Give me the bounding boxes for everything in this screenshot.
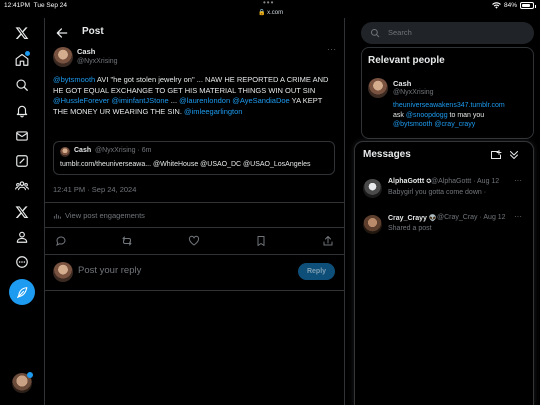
divider bbox=[45, 227, 345, 228]
conversation-avatar bbox=[363, 179, 382, 198]
url-label[interactable]: 🔒 x.com bbox=[258, 9, 283, 16]
communities-icon[interactable] bbox=[12, 176, 32, 196]
conversation-preview: Shared a post bbox=[388, 225, 432, 232]
conversation-item[interactable]: Cray_Crayy 👽 @Cray_Cray · Aug 12 Shared … bbox=[355, 212, 535, 244]
mention-link[interactable]: @AyeSandiaDoe bbox=[232, 96, 290, 105]
conversation-more-icon[interactable]: ··· bbox=[514, 212, 522, 221]
conversation-avatar bbox=[363, 215, 382, 234]
quote-text: tumblr.com/theuniverseawa... @WhiteHouse… bbox=[60, 161, 311, 168]
status-time: 12:41PM Tue Sep 24 bbox=[4, 2, 68, 9]
mention-link[interactable]: @HussleForever bbox=[53, 96, 109, 105]
alien-emoji-icon: 👽 bbox=[428, 215, 437, 222]
main-column: Post Cash @NyxXrising ··· @bytsmooth AVI… bbox=[45, 18, 345, 405]
quote-author-name: Cash bbox=[74, 147, 92, 154]
post-actions bbox=[45, 231, 345, 251]
status-bar: 12:41PM Tue Sep 24 ••• 🔒 x.com 84% bbox=[0, 0, 540, 18]
post-timestamp[interactable]: 12:41 PM · Sep 24, 2024 bbox=[53, 185, 136, 194]
divider bbox=[45, 254, 345, 255]
messages-title[interactable]: Messages bbox=[363, 149, 411, 160]
conversation-preview: Babygirl you gotta come down · bbox=[388, 189, 487, 196]
analytics-bars-icon bbox=[53, 213, 61, 219]
reply-bubble-icon[interactable] bbox=[55, 235, 67, 247]
like-heart-icon[interactable] bbox=[188, 235, 200, 247]
quote-avatar bbox=[60, 147, 70, 157]
grok-icon[interactable] bbox=[12, 151, 32, 171]
repost-icon[interactable] bbox=[121, 235, 133, 247]
messages-envelope-icon[interactable] bbox=[12, 126, 32, 146]
conversation-more-icon[interactable]: ··· bbox=[514, 176, 522, 185]
notifications-bell-icon[interactable] bbox=[12, 101, 32, 121]
collapse-chevron-icon[interactable] bbox=[508, 149, 520, 161]
conversation-name: Cray_Crayy 👽 bbox=[388, 215, 437, 222]
page-title: Post bbox=[82, 26, 104, 37]
battery-icon bbox=[520, 2, 536, 9]
mention-link[interactable]: @imleegarlington bbox=[184, 107, 242, 116]
author-handle[interactable]: @NyxXrising bbox=[77, 58, 118, 65]
reply-avatar bbox=[53, 262, 73, 282]
post-header: Post bbox=[45, 18, 345, 48]
home-badge bbox=[25, 51, 30, 56]
tab-handle-icon[interactable]: ••• bbox=[263, 0, 274, 7]
reply-input[interactable]: Post your reply bbox=[78, 265, 141, 276]
quote-author-handle: @NyxXrising · 6m bbox=[95, 147, 152, 154]
relevant-people-title: Relevant people bbox=[368, 55, 445, 66]
mention-link[interactable]: @cray_crayy bbox=[434, 121, 475, 128]
search-icon bbox=[370, 28, 380, 38]
mention-link[interactable]: @laurenlondon bbox=[179, 96, 230, 105]
post-text: @bytsmooth AVI "he got stolen jewelry on… bbox=[53, 75, 329, 116]
mention-link[interactable]: @snoopdogg bbox=[406, 112, 448, 119]
share-icon[interactable] bbox=[322, 235, 334, 247]
new-message-icon[interactable] bbox=[490, 149, 502, 161]
view-engagements-link[interactable]: View post engagements bbox=[53, 211, 145, 220]
divider bbox=[45, 290, 345, 291]
quoted-post[interactable]: Cash @NyxXrising · 6m tumblr.com/theuniv… bbox=[53, 141, 335, 175]
search-placeholder: Search bbox=[388, 28, 412, 37]
relevant-avatar[interactable] bbox=[368, 78, 388, 98]
feather-icon bbox=[16, 286, 27, 298]
conversation-item[interactable]: AlphaGottt ✪ @AlphaGottt · Aug 12 Babygi… bbox=[355, 176, 535, 208]
back-arrow-icon[interactable] bbox=[55, 26, 69, 40]
relevant-name[interactable]: Cash bbox=[393, 79, 411, 88]
profile-icon[interactable] bbox=[12, 227, 32, 247]
more-circle-icon[interactable] bbox=[12, 252, 32, 272]
x-logo-icon[interactable] bbox=[12, 23, 32, 43]
relevant-handle[interactable]: @NyxXrising bbox=[393, 89, 434, 96]
mention-link[interactable]: @bytsmooth bbox=[393, 121, 432, 128]
relevant-people-panel: Relevant people Cash @NyxXrising theuniv… bbox=[361, 47, 534, 139]
account-avatar[interactable] bbox=[12, 372, 33, 393]
conversation-meta: @AlphaGottt · Aug 12 bbox=[431, 178, 500, 185]
home-icon[interactable] bbox=[12, 50, 32, 70]
reply-button[interactable]: Reply bbox=[298, 263, 335, 280]
bookmark-icon[interactable] bbox=[255, 235, 267, 247]
compose-post-button[interactable] bbox=[9, 279, 35, 305]
wifi-icon bbox=[492, 2, 501, 9]
premium-x-icon[interactable] bbox=[12, 202, 32, 222]
bio-link[interactable]: theuniverseawakens347.tumblr.com bbox=[393, 102, 505, 109]
explore-search-icon[interactable] bbox=[12, 75, 32, 95]
account-badge bbox=[27, 372, 33, 378]
search-input[interactable]: Search bbox=[361, 22, 534, 44]
mention-link[interactable]: @iminfantJStone bbox=[111, 96, 168, 105]
author-avatar[interactable] bbox=[53, 47, 73, 67]
divider bbox=[45, 202, 345, 203]
messages-drawer: Messages AlphaGottt ✪ @AlphaGottt · Aug … bbox=[354, 141, 534, 405]
left-nav bbox=[0, 18, 45, 405]
mention-link[interactable]: @bytsmooth bbox=[53, 75, 95, 84]
conversation-name: AlphaGottt ✪ bbox=[388, 178, 432, 185]
post-more-icon[interactable]: ··· bbox=[327, 45, 337, 54]
author-name[interactable]: Cash bbox=[77, 47, 95, 56]
status-right: 84% bbox=[492, 2, 536, 9]
relevant-bio: theuniverseawakens347.tumblr.com ask @sn… bbox=[393, 102, 505, 129]
conversation-meta: @Cray_Cray · Aug 12 bbox=[437, 214, 506, 221]
battery-percent: 84% bbox=[503, 2, 517, 9]
